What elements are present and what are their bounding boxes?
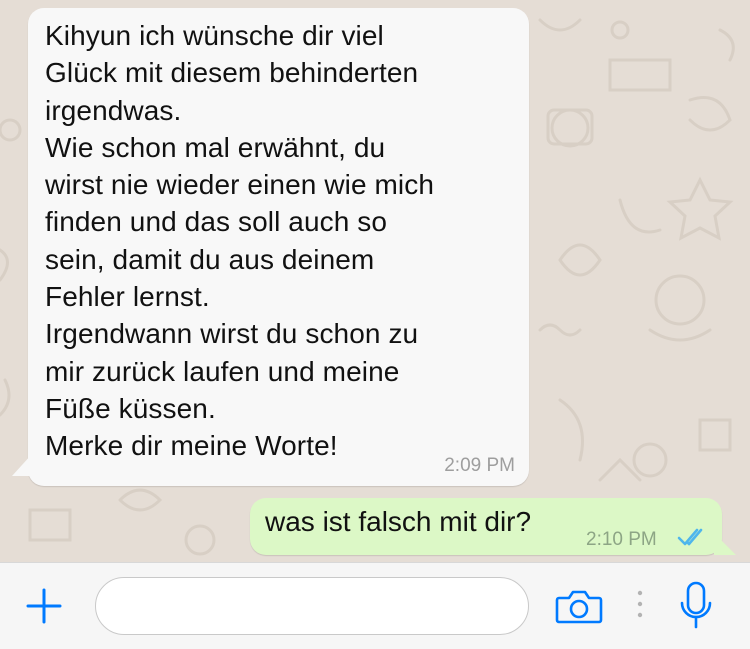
outgoing-message-time: 2:10 PM: [586, 529, 657, 550]
camera-icon[interactable]: [555, 588, 603, 624]
incoming-bubble-tail: [12, 454, 32, 476]
outgoing-message-text: was ist falsch mit dir?: [265, 506, 532, 537]
plus-icon[interactable]: [26, 588, 62, 624]
message-input[interactable]: [95, 577, 529, 635]
more-dots-icon[interactable]: [637, 589, 643, 619]
microphone-icon[interactable]: [679, 581, 713, 631]
incoming-message-bubble[interactable]: Kihyun ich wünsche dir viel Glück mit di…: [28, 8, 529, 486]
incoming-message-time: 2:09 PM: [444, 455, 515, 476]
outgoing-message-bubble[interactable]: was ist falsch mit dir? 2:10 PM: [250, 498, 722, 555]
double-check-read-icon: [677, 528, 703, 546]
outgoing-bubble-tail: [714, 533, 736, 555]
incoming-message-text: Kihyun ich wünsche dir viel Glück mit di…: [45, 20, 435, 462]
message-composer: [0, 562, 750, 649]
